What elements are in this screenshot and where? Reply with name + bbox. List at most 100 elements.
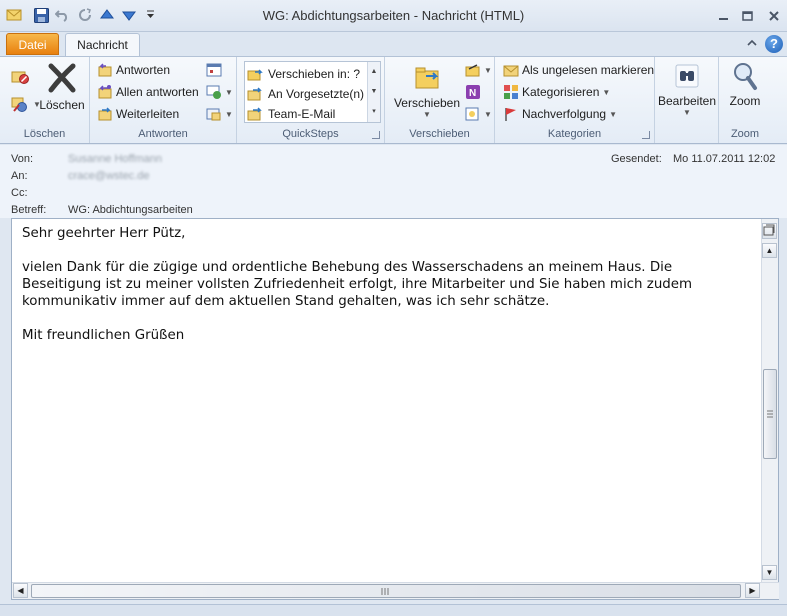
- to-label: An:: [11, 170, 28, 182]
- quickstep-team-email[interactable]: Team-E-Mail: [247, 104, 369, 123]
- team-mail-icon: [247, 106, 262, 120]
- minimize-button[interactable]: [716, 8, 732, 24]
- from-value[interactable]: Susanne Hoffmann: [68, 153, 162, 165]
- scroll-thumb[interactable]: [763, 369, 777, 459]
- quickstep-to-manager[interactable]: An Vorgesetzte(n): [247, 84, 369, 103]
- gallery-up-icon[interactable]: ▲: [367, 62, 380, 82]
- group-label-quicksteps: QuickSteps: [282, 128, 339, 140]
- reply-all-label: Allen antworten: [116, 85, 199, 99]
- tab-datei[interactable]: Datei: [6, 33, 59, 55]
- gallery-down-icon[interactable]: ▼: [367, 82, 380, 102]
- ribbon: ▼ Löschen Löschen Antworten Allen antwor…: [0, 56, 787, 144]
- dialog-launcher-icon[interactable]: [372, 131, 380, 139]
- edit-button[interactable]: Bearbeiten ▼: [657, 63, 717, 117]
- reply-label: Antworten: [116, 63, 171, 77]
- tab-nachricht[interactable]: Nachricht: [65, 33, 140, 57]
- subject-label: Betreff:: [11, 204, 47, 216]
- im-reply-icon[interactable]: ▼: [206, 84, 233, 100]
- from-label: Von:: [11, 153, 34, 165]
- close-button[interactable]: [766, 8, 782, 24]
- categorize-icon: [504, 85, 518, 99]
- cleanup-icon[interactable]: ▼: [10, 95, 41, 113]
- group-label-loeschen: Löschen: [23, 128, 66, 140]
- scroll-down-icon[interactable]: ▼: [762, 565, 777, 580]
- message-body-frame[interactable]: Sehr geehrter Herr Pütz, vielen Dank für…: [11, 218, 779, 600]
- delete-button[interactable]: Löschen: [38, 63, 86, 112]
- group-zoom: Zoom Zoom: [719, 57, 771, 143]
- reply-all-button[interactable]: Allen antworten: [97, 84, 199, 100]
- group-label-antworten: Antworten: [138, 128, 188, 140]
- magnifier-icon: [734, 63, 757, 90]
- scroll-left-icon[interactable]: ◀: [13, 583, 28, 598]
- flag-icon: [505, 108, 516, 121]
- body-line: kommunikativ immer auf dem aktuellen Sta…: [22, 294, 550, 309]
- reply-button[interactable]: Antworten: [97, 62, 170, 78]
- scroll-up-icon[interactable]: ▲: [762, 243, 777, 258]
- vertical-scrollbar[interactable]: ▲ ▼: [761, 219, 778, 582]
- followup-button[interactable]: Nachverfolgung ▼: [503, 106, 617, 122]
- closing: Mit freundlichen Grüßen: [22, 328, 185, 343]
- svg-text:N: N: [469, 88, 476, 99]
- meeting-reply-icon[interactable]: [206, 62, 222, 78]
- group-label-kategorien: Kategorien: [547, 128, 602, 140]
- chevron-up-icon[interactable]: [746, 37, 758, 51]
- delete-label: Löschen: [39, 98, 85, 112]
- actions-icon[interactable]: ▼: [465, 106, 492, 122]
- move-button[interactable]: Verschieben ▼: [391, 61, 463, 119]
- message-body: Sehr geehrter Herr Pütz, vielen Dank für…: [22, 225, 752, 361]
- move-label: Verschieben: [393, 96, 461, 110]
- categorize-label: Kategorisieren: [522, 85, 600, 99]
- scroll-right-icon[interactable]: ▶: [745, 583, 760, 598]
- quicksteps-gallery: Verschieben in: ? An Vorgesetzte(n) Team…: [244, 61, 381, 123]
- cc-label: Cc:: [11, 187, 28, 199]
- delete-x-icon: [48, 63, 76, 93]
- group-bearbeiten: Bearbeiten ▼: [655, 57, 719, 143]
- body-line: vielen Dank für die zügige und ordentlic…: [22, 260, 673, 275]
- ribbon-tab-row: Datei Nachricht ?: [0, 32, 787, 57]
- dialog-launcher-icon[interactable]: [642, 131, 650, 139]
- followup-label: Nachverfolgung: [522, 107, 607, 121]
- group-antworten: Antworten Allen antworten Weiterleiten ▼…: [90, 57, 237, 143]
- forward-button[interactable]: Weiterleiten: [97, 106, 179, 122]
- mark-unread-label: Als ungelesen markieren: [522, 63, 655, 77]
- zoom-button[interactable]: Zoom: [723, 61, 767, 108]
- rules-icon[interactable]: ▼: [465, 62, 492, 78]
- to-value[interactable]: crace@wstec.de: [68, 170, 149, 182]
- quickstep-move-to[interactable]: Verschieben in: ?: [247, 64, 369, 83]
- group-label-verschieben: Verschieben: [409, 128, 470, 140]
- quickstep-label: An Vorgesetzte(n): [268, 86, 365, 101]
- gallery-more-icon[interactable]: ▾: [367, 102, 380, 122]
- reply-all-icon: [98, 85, 112, 99]
- ignore-icon[interactable]: [10, 67, 30, 85]
- rulers-icon[interactable]: [762, 223, 777, 239]
- reply-icon: [98, 63, 112, 77]
- forward-mail-icon: [247, 86, 262, 100]
- status-bar: [0, 604, 787, 616]
- more-reply-icon[interactable]: ▼: [206, 106, 233, 122]
- group-verschieben: Verschieben ▼ ▼ N ▼ Verschieben: [385, 57, 495, 143]
- zoom-label: Zoom: [729, 94, 761, 108]
- window-title: WG: Abdichtungsarbeiten - Nachricht (HTM…: [262, 8, 525, 23]
- edit-label: Bearbeiten: [657, 94, 717, 108]
- sent-label: Gesendet:: [611, 153, 662, 165]
- group-label-zoom: Zoom: [730, 128, 760, 140]
- onenote-icon[interactable]: N: [465, 84, 481, 100]
- binoculars-icon: [675, 64, 699, 88]
- group-loeschen: ▼ Löschen Löschen: [0, 57, 90, 143]
- title-bar: WG: Abdichtungsarbeiten - Nachricht (HTM…: [0, 0, 787, 32]
- forward-icon: [98, 107, 112, 121]
- restore-button[interactable]: [740, 8, 756, 24]
- quickstep-label: Team-E-Mail: [268, 106, 336, 121]
- categorize-button[interactable]: Kategorisieren ▼: [503, 84, 610, 100]
- subject-value: WG: Abdichtungsarbeiten: [68, 204, 193, 216]
- message-header: Von: Susanne Hoffmann An: crace@wstec.de…: [0, 145, 787, 218]
- unread-mail-icon: [503, 65, 519, 77]
- sent-value: Mo 11.07.2011 12:02: [673, 153, 776, 165]
- horizontal-scrollbar[interactable]: ◀ ▶: [12, 582, 779, 599]
- mark-unread-button[interactable]: Als ungelesen markieren: [503, 62, 654, 78]
- help-icon[interactable]: ?: [765, 35, 783, 53]
- group-kategorien: Als ungelesen markieren Kategorisieren ▼…: [495, 57, 655, 143]
- body-paragraph: vielen Dank für die zügige und ordentlic…: [22, 259, 752, 310]
- horizontal-scroll-thumb[interactable]: [31, 584, 741, 598]
- forward-label: Weiterleiten: [116, 107, 180, 121]
